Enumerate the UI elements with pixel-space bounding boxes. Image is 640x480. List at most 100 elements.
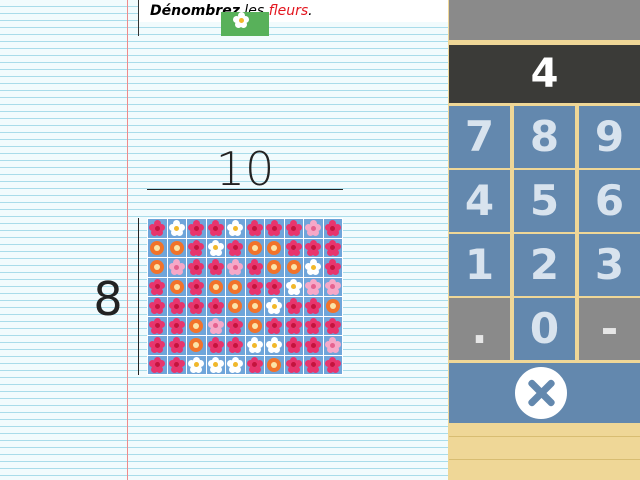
flower-cell [148,277,167,296]
flower-cell [265,297,284,316]
key-minus[interactable]: - [579,298,640,360]
pink-flower-icon [305,298,322,315]
orange-ring-flower-icon [247,240,263,256]
orange-ring-flower-icon [266,357,282,373]
key-7[interactable]: 7 [449,106,510,168]
flower-cell [323,219,342,238]
pink-flower-icon [207,220,224,237]
column-count-rule [147,189,343,190]
white-daisy-icon [285,278,302,295]
orange-ring-flower-icon [227,279,243,295]
pink-flower-icon [168,337,185,354]
flower-cell [148,238,167,257]
flower-cell [148,297,167,316]
flower-cell [284,277,303,296]
instruction-end: . [308,3,313,19]
flower-cell [265,258,284,277]
pink-flower-icon [305,317,322,334]
flower-cell [226,355,245,374]
key-4[interactable]: 4 [449,170,510,232]
flower-grid [147,218,343,375]
clear-button[interactable] [449,363,640,423]
key-5[interactable]: 5 [514,170,575,232]
flower-cell [167,316,186,335]
flower-cell [206,238,225,257]
flower-cell [226,277,245,296]
sample-flower-icon [221,12,269,36]
pink-flower-icon [207,259,224,276]
flower-cell [265,355,284,374]
flower-cell [206,355,225,374]
light-pink-flower-icon [168,259,185,276]
notebook-paper: Dénombrez les fleurs. 10 8 [0,0,448,480]
flower-cell [284,316,303,335]
pink-flower-icon [246,278,263,295]
key-6[interactable]: 6 [579,170,640,232]
margin-line [127,0,128,480]
pink-flower-icon [149,356,166,373]
flower-cell [284,258,303,277]
flower-cell [245,355,264,374]
flower-cell [206,277,225,296]
flower-cell [167,238,186,257]
flower-cell [226,297,245,316]
flower-cell [245,219,264,238]
pink-flower-icon [285,317,302,334]
pink-flower-icon [149,220,166,237]
pink-flower-icon [305,356,322,373]
flower-cell [206,336,225,355]
answer-display: 4 [449,45,640,103]
flower-cell [284,336,303,355]
pink-flower-icon [149,337,166,354]
flower-cell [323,355,342,374]
key-2[interactable]: 2 [514,234,575,296]
key-0[interactable]: 0 [514,298,575,360]
orange-ring-flower-icon [227,298,243,314]
key-3[interactable]: 3 [579,234,640,296]
flower-cell [245,238,264,257]
flower-cell [148,316,167,335]
key-9[interactable]: 9 [579,106,640,168]
pink-flower-icon [266,278,283,295]
key-decimal[interactable]: . [449,298,510,360]
orange-ring-flower-icon [188,337,204,353]
pink-flower-icon [207,337,224,354]
orange-ring-flower-icon [247,318,263,334]
pink-flower-icon [188,278,205,295]
pink-flower-icon [305,239,322,256]
pink-flower-icon [149,298,166,315]
pink-flower-icon [149,278,166,295]
flower-cell [187,336,206,355]
flower-cell [167,277,186,296]
white-daisy-icon [227,220,244,237]
flower-cell [226,316,245,335]
flower-cell [167,219,186,238]
flower-cell [167,258,186,277]
flower-cell [304,355,323,374]
flower-cell [323,238,342,257]
key-8[interactable]: 8 [514,106,575,168]
pink-flower-icon [227,317,244,334]
pink-flower-icon [168,356,185,373]
flower-cell [245,316,264,335]
pink-flower-icon [285,239,302,256]
flower-cell [187,316,206,335]
pink-flower-icon [188,220,205,237]
orange-ring-flower-icon [208,279,224,295]
flower-cell [226,219,245,238]
flower-cell [148,336,167,355]
pink-flower-icon [266,220,283,237]
white-daisy-icon [227,356,244,373]
pink-flower-icon [324,259,341,276]
key-1[interactable]: 1 [449,234,510,296]
pink-flower-icon [149,317,166,334]
row-count-rule [138,218,139,375]
pink-flower-icon [266,317,283,334]
orange-ring-flower-icon [169,240,185,256]
flower-cell [304,258,323,277]
flower-cell [304,316,323,335]
pink-flower-icon [285,337,302,354]
left-guide-tick [138,0,139,36]
orange-ring-flower-icon [188,318,204,334]
flower-cell [284,297,303,316]
